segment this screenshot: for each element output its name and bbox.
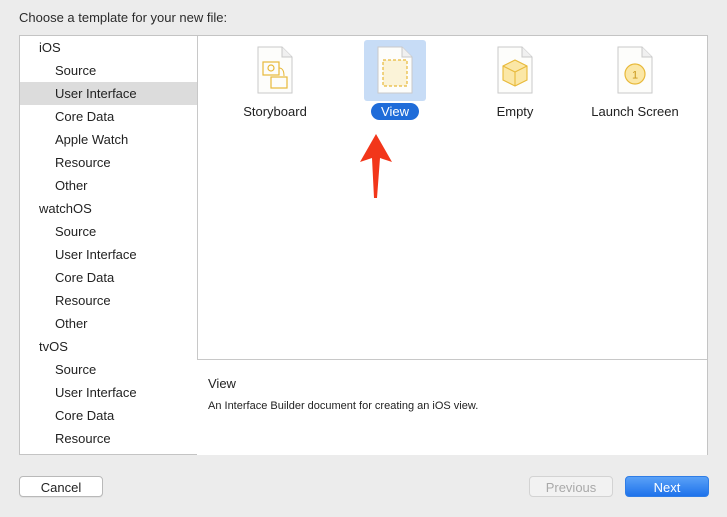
storyboard-icon	[257, 46, 293, 94]
sidebar-item-ios-user-interface[interactable]: User Interface	[20, 82, 197, 105]
template-launch-screen[interactable]: 1 Launch Screen	[585, 40, 685, 126]
sidebar-item-tvos-core-data[interactable]: Core Data	[20, 404, 197, 427]
sidebar-item-watchos-user-interface[interactable]: User Interface	[20, 243, 197, 266]
template-label: Launch Screen	[591, 104, 679, 119]
template-storyboard[interactable]: Storyboard	[225, 40, 325, 126]
sidebar-header-tvos: tvOS	[39, 339, 68, 354]
sidebar-item-tvos-resource[interactable]: Resource	[20, 427, 197, 450]
template-label: Empty	[496, 104, 534, 119]
sidebar-item-ios-core-data[interactable]: Core Data	[20, 105, 197, 128]
template-chooser-panel: iOS Source User Interface Core Data Appl…	[19, 35, 708, 455]
next-button[interactable]: Next	[625, 476, 709, 497]
template-label: View	[345, 103, 445, 120]
description-title: View	[208, 376, 236, 391]
sidebar-item-watchos-resource[interactable]: Resource	[20, 289, 197, 312]
view-icon	[377, 46, 413, 94]
template-description: View An Interface Builder document for c…	[197, 359, 707, 455]
description-text: An Interface Builder document for creati…	[208, 400, 479, 412]
red-arrow-annotation-icon	[360, 134, 392, 198]
dialog-title: Choose a template for your new file:	[19, 10, 228, 25]
platform-sidebar[interactable]: iOS Source User Interface Core Data Appl…	[20, 36, 198, 454]
sidebar-item-ios-source[interactable]: Source	[20, 59, 197, 82]
sidebar-item-ios-other[interactable]: Other	[20, 174, 197, 197]
sidebar-item-watchos-other[interactable]: Other	[20, 312, 197, 335]
previous-button[interactable]: Previous	[529, 476, 613, 497]
launch-screen-icon: 1	[617, 46, 653, 94]
sidebar-item-ios-apple-watch[interactable]: Apple Watch	[20, 128, 197, 151]
sidebar-header-watchos: watchOS	[39, 201, 92, 216]
sidebar-item-watchos-source[interactable]: Source	[20, 220, 197, 243]
template-label: Storyboard	[243, 104, 307, 119]
sidebar-item-ios-resource[interactable]: Resource	[20, 151, 197, 174]
svg-text:1: 1	[632, 70, 638, 82]
sidebar-header-ios: iOS	[39, 40, 61, 55]
cancel-button[interactable]: Cancel	[19, 476, 103, 497]
template-gallery: Storyboard View Empty 1 Launch Screen	[197, 36, 707, 357]
template-empty[interactable]: Empty	[465, 40, 565, 126]
sidebar-item-tvos-source[interactable]: Source	[20, 358, 197, 381]
empty-icon	[497, 46, 533, 94]
sidebar-item-watchos-core-data[interactable]: Core Data	[20, 266, 197, 289]
sidebar-item-tvos-user-interface[interactable]: User Interface	[20, 381, 197, 404]
template-view[interactable]: View	[345, 40, 445, 126]
